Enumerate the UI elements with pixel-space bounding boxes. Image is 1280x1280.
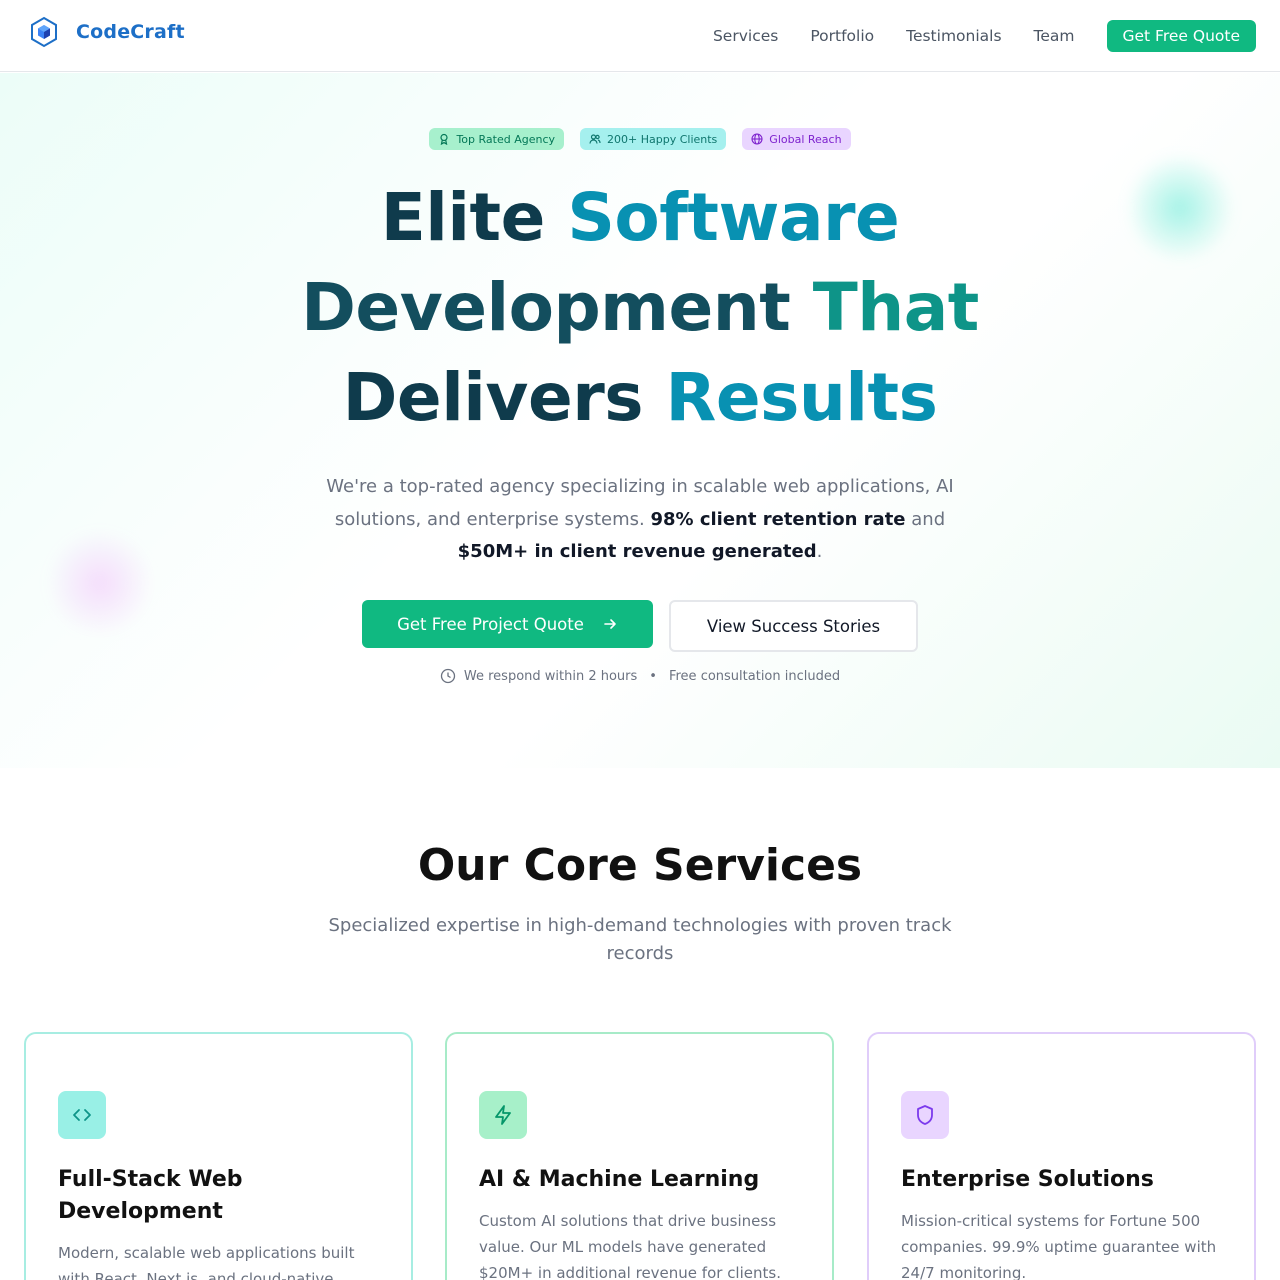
code-icon — [73, 1109, 91, 1121]
brand-name: CodeCraft — [76, 21, 185, 43]
badge-global-reach: Global Reach — [742, 128, 851, 150]
hexagon-cube-icon — [31, 16, 57, 48]
headline-word: Software — [567, 179, 900, 256]
services-subtitle: Specialized expertise in high-demand tec… — [328, 915, 952, 964]
revenue-stat: $50M+ in client revenue generated — [457, 541, 817, 562]
card-text: Modern, scalable web applications built … — [58, 1244, 355, 1280]
card-icon-box — [58, 1091, 106, 1139]
arrow-right-icon — [604, 619, 616, 629]
headline-word: Results — [665, 359, 938, 436]
card-title: Enterprise Solutions — [901, 1167, 1154, 1192]
badge-top-rated: Top Rated Agency — [429, 128, 565, 150]
card-title: Full-Stack Web Development — [58, 1167, 243, 1224]
brand-logo[interactable]: CodeCraft — [30, 16, 185, 48]
note-separator: • — [649, 668, 657, 684]
card-text: Mission-critical systems for Fortune 500… — [901, 1212, 1217, 1280]
response-note: We respond within 2 hours • Free consult… — [0, 668, 1280, 684]
view-success-stories-button[interactable]: View Success Stories — [669, 600, 918, 652]
award-icon — [440, 133, 449, 145]
headline-word: That — [812, 269, 980, 346]
card-icon-box — [901, 1091, 949, 1139]
hero-subtitle: We're a top-rated agency specializing in… — [310, 471, 970, 569]
nav-link-testimonials[interactable]: Testimonials — [906, 20, 1001, 52]
nav-link-team[interactable]: Team — [1034, 20, 1075, 52]
headline-word: Delivers — [342, 359, 644, 436]
subtitle-text: . — [816, 541, 823, 562]
card-title: AI & Machine Learning — [479, 1167, 760, 1192]
card-icon-box — [479, 1091, 527, 1139]
services-title: Our Core Services — [417, 840, 863, 891]
users-icon — [589, 134, 601, 144]
note-text: Free consultation included — [668, 668, 841, 684]
headline-word: Development — [301, 269, 791, 346]
badge-label: 200+ Happy Clients — [607, 132, 718, 146]
subtitle-text: and — [911, 508, 946, 530]
hero-headline: Elite Software Development That Delivers… — [0, 173, 1280, 443]
get-free-quote-button[interactable]: Get Free Quote — [1106, 20, 1256, 52]
badge-label: Top Rated Agency — [456, 132, 556, 146]
top-navbar: CodeCraft Services Portfolio Testimonial… — [0, 0, 1280, 72]
hero-section: Top Rated Agency 200+ Happy Clients Glob… — [0, 73, 1280, 768]
clock-icon — [440, 668, 456, 684]
badge-label: Global Reach — [769, 132, 842, 146]
headline-word: Elite — [380, 179, 546, 256]
hero-cta-row: Get Free Project Quote View Success Stor… — [0, 600, 1280, 652]
nav-link-portfolio[interactable]: Portfolio — [810, 20, 874, 52]
hero-badges: Top Rated Agency 200+ Happy Clients Glob… — [0, 128, 1280, 150]
service-card-ai-ml[interactable]: AI & Machine Learning Custom AI solution… — [445, 1032, 834, 1280]
retention-stat: 98% client retention rate — [650, 508, 906, 530]
badge-happy-clients: 200+ Happy Clients — [580, 128, 727, 150]
button-label: Get Free Project Quote — [397, 614, 584, 634]
note-text: We respond within 2 hours — [463, 668, 638, 684]
nav-links: Services Portfolio Testimonials Team Get… — [713, 20, 1256, 52]
lightning-icon — [495, 1105, 511, 1125]
shield-icon — [917, 1105, 933, 1125]
service-card-enterprise[interactable]: Enterprise Solutions Mission-critical sy… — [867, 1032, 1256, 1280]
get-free-project-quote-button[interactable]: Get Free Project Quote — [362, 600, 653, 648]
globe-icon — [751, 133, 763, 145]
service-card-fullstack[interactable]: Full-Stack Web Development Modern, scala… — [24, 1032, 413, 1280]
nav-link-services[interactable]: Services — [713, 20, 778, 52]
card-text: Custom AI solutions that drive business … — [479, 1212, 781, 1280]
